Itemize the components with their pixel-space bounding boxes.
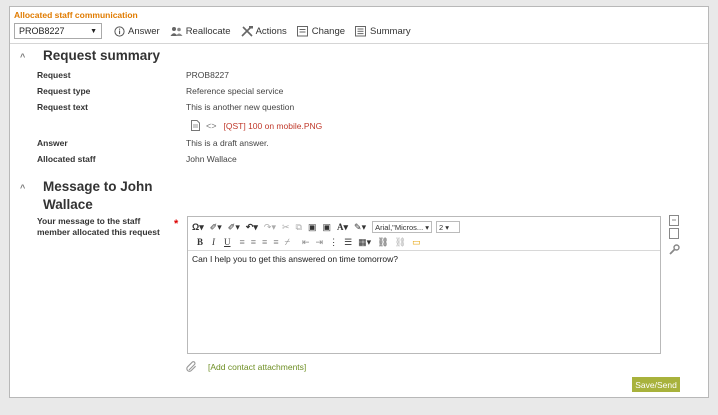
- answer-button[interactable]: Answer: [114, 26, 160, 37]
- save-send-button[interactable]: Save/Send: [632, 377, 680, 392]
- actions-button[interactable]: Actions: [241, 25, 287, 37]
- link-icon[interactable]: ⛓: [377, 237, 388, 248]
- toolbar-divider: [10, 43, 708, 44]
- message-editor[interactable]: Ω▾ ✐▾ ✐▾ ↶▾ ↷▾ ✂ ⧉ ▣ ▣ A▾ ✎▾ Arial,"Micr…: [187, 216, 661, 354]
- collapse-icon[interactable]: [669, 228, 679, 239]
- attachment-link[interactable]: [QST] 100 on mobile.PNG: [224, 121, 323, 131]
- reallocate-button[interactable]: Reallocate: [170, 26, 231, 37]
- request-type-label: Request type: [37, 86, 91, 96]
- reallocate-label: Reallocate: [185, 25, 231, 37]
- expand-icon[interactable]: [669, 215, 679, 226]
- request-summary-heading[interactable]: ^ Request summary: [20, 47, 160, 66]
- clear-format-icon[interactable]: ✐▾: [228, 222, 240, 233]
- font-family-value: Arial,"Micros...: [375, 222, 424, 232]
- actions-label: Actions: [255, 25, 287, 37]
- attachment-row: <> [QST] 100 on mobile.PNG: [191, 120, 322, 131]
- request-value: PROB8227: [186, 70, 229, 80]
- answer-label: Answer: [128, 25, 160, 37]
- undo-icon[interactable]: ↶▾: [246, 222, 258, 233]
- copy-icon[interactable]: ⧉: [296, 222, 302, 233]
- change-button[interactable]: Change: [296, 25, 346, 37]
- add-contact-attachments[interactable]: [Add contact attachments]: [186, 361, 306, 373]
- editor-toolbar-row-2: B I U ≡ ≡ ≡ ≡ ⌿ ⇤ ⇥ ⋮ ☰ ▦▾ ⛓ ⛓ ▭: [192, 235, 427, 249]
- info-icon: [114, 25, 125, 37]
- wrench-icon[interactable]: [668, 243, 680, 255]
- indent-icon[interactable]: ⇥: [316, 237, 324, 248]
- align-left-icon[interactable]: ≡: [240, 237, 245, 247]
- request-text-label: Request text: [37, 102, 89, 112]
- strike-icon[interactable]: ⌿: [285, 237, 290, 248]
- request-label: Request: [37, 70, 71, 80]
- summary-button[interactable]: Summary: [355, 25, 411, 37]
- justify-icon[interactable]: ≡: [273, 237, 278, 247]
- paint-brush-icon[interactable]: ✐▾: [210, 222, 222, 233]
- omega-symbol-icon[interactable]: Ω▾: [192, 222, 204, 233]
- request-select-value: PROB8227: [19, 26, 65, 36]
- font-size-value: 2: [439, 222, 444, 232]
- required-mark: *: [174, 218, 179, 230]
- document-icon: [191, 120, 200, 131]
- allocated-staff-communication-window: Allocated staff communication PROB8227 ▼…: [9, 6, 709, 398]
- redo-icon[interactable]: ↷▾: [264, 222, 276, 233]
- numbered-list-icon[interactable]: ⋮: [329, 237, 338, 248]
- font-color-icon[interactable]: A▾: [337, 222, 348, 233]
- collapse-caret-icon: ^: [20, 183, 26, 193]
- allocated-staff-label: Allocated staff: [37, 154, 96, 164]
- collapse-caret-icon: ^: [20, 52, 26, 62]
- message-title-line1: Message to John: [43, 179, 153, 194]
- answer-value: This is a draft answer.: [186, 138, 269, 148]
- unlink-icon[interactable]: ⛓: [395, 237, 406, 248]
- add-contact-attachments-link[interactable]: [Add contact attachments]: [208, 362, 306, 372]
- expand-collapse-control[interactable]: [668, 214, 680, 240]
- paperclip-icon: [186, 361, 196, 372]
- outdent-icon[interactable]: ⇤: [302, 237, 310, 248]
- users-icon: [170, 26, 183, 36]
- message-field-label: Your message to the staff member allocat…: [37, 216, 160, 238]
- edit-form-icon: [296, 25, 308, 36]
- message-title-line2: Wallace: [43, 197, 93, 212]
- cut-icon[interactable]: ✂: [282, 222, 290, 233]
- answer-label-row: Answer: [37, 138, 68, 148]
- tools-icon: [241, 25, 253, 37]
- window-title: Allocated staff communication: [14, 10, 138, 20]
- request-summary-title: Request summary: [43, 48, 161, 63]
- message-field-label-line2: member allocated this request: [37, 227, 160, 237]
- summary-label: Summary: [370, 25, 411, 37]
- highlight-icon[interactable]: ✎▾: [354, 222, 366, 233]
- align-right-icon[interactable]: ≡: [262, 237, 267, 247]
- align-center-icon[interactable]: ≡: [251, 237, 256, 247]
- italic-icon[interactable]: I: [212, 237, 215, 247]
- paste-icon[interactable]: ▣: [308, 222, 317, 233]
- request-select[interactable]: PROB8227 ▼: [14, 23, 102, 39]
- message-title: Message to John Wallace: [43, 178, 153, 214]
- bullet-list-icon[interactable]: ☰: [344, 237, 352, 248]
- editor-toolbar-divider: [188, 250, 660, 251]
- change-label: Change: [311, 25, 346, 37]
- bold-icon[interactable]: B: [197, 237, 203, 247]
- preview-eye-icon[interactable]: <>: [206, 121, 217, 131]
- message-field-label-line1: Your message to the staff: [37, 216, 141, 226]
- table-icon[interactable]: ▦▾: [358, 237, 371, 248]
- editor-toolbar-row-1: Ω▾ ✐▾ ✐▾ ↶▾ ↷▾ ✂ ⧉ ▣ ▣ A▾ ✎▾ Arial,"Micr…: [192, 220, 464, 234]
- paste-text-icon[interactable]: ▣: [322, 222, 331, 233]
- chevron-down-icon: ▼: [90, 27, 97, 35]
- comment-icon[interactable]: ▭: [412, 237, 421, 248]
- font-size-select[interactable]: 2 ▾: [436, 221, 461, 233]
- message-heading[interactable]: ^ Message to John Wallace: [20, 178, 153, 214]
- request-text-value: This is another new question: [186, 102, 295, 112]
- request-type-value: Reference special service: [186, 86, 284, 96]
- message-body-text[interactable]: Can I help you to get this answered on t…: [192, 254, 398, 264]
- underline-icon[interactable]: U: [224, 237, 231, 247]
- allocated-staff-value: John Wallace: [186, 154, 237, 164]
- list-icon: [355, 25, 367, 36]
- toolbar: PROB8227 ▼ Answer Reallocate Actions Cha…: [10, 21, 708, 41]
- font-family-select[interactable]: Arial,"Micros... ▾: [372, 221, 433, 233]
